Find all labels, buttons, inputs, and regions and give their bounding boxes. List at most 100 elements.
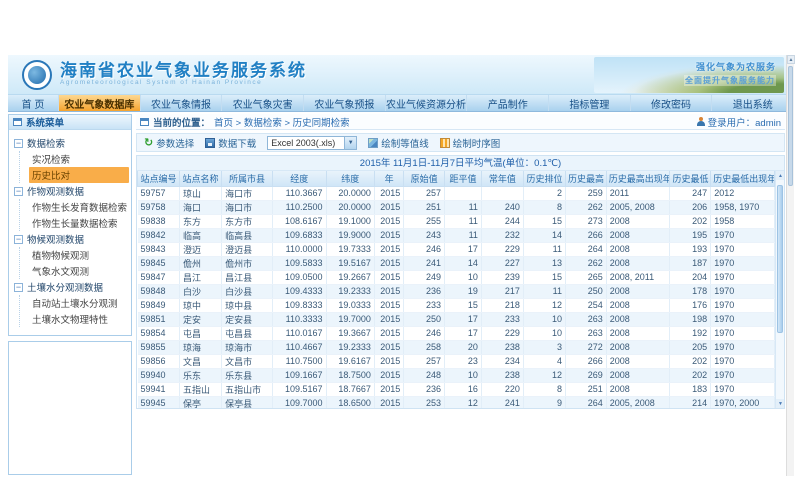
tree-child-item[interactable]: 作物生长发育数据检索: [29, 199, 129, 215]
tree-children: 实况检索历史比对: [19, 151, 129, 183]
table-cell: 265: [565, 270, 606, 284]
chevron-down-icon[interactable]: ▼: [344, 137, 356, 149]
page-scrollbar-thumb[interactable]: [788, 66, 793, 186]
table-row[interactable]: 59851定安定安县110.333319.7000201525017233102…: [138, 312, 775, 326]
page-scrollbar[interactable]: ▲: [786, 55, 794, 476]
data-download-button[interactable]: 数据下载: [205, 136, 256, 150]
table-cell: 2005, 2008: [606, 200, 670, 214]
nav-tab[interactable]: 指标管理: [549, 95, 631, 111]
table-header-cell[interactable]: 距平值: [444, 171, 481, 186]
tree-child-item[interactable]: 植物物候观测: [29, 247, 129, 263]
param-select-button[interactable]: ↻ 参数选择: [144, 136, 194, 150]
tree-collapse-icon[interactable]: −: [14, 283, 23, 292]
table-row[interactable]: 59945保亭保亭县109.700018.6500201525312241926…: [138, 396, 775, 409]
table-title: 2015年 11月1日-11月7日平均气温(单位：0.1℃): [137, 156, 784, 171]
nav-tab[interactable]: 农业气象预报: [304, 95, 386, 111]
table-header-cell[interactable]: 历史最低: [670, 171, 711, 186]
table-header-cell[interactable]: 年: [374, 171, 403, 186]
table-row[interactable]: 59856文昌文昌市110.750019.6167201525723234426…: [138, 354, 775, 368]
table-cell: 海口: [180, 200, 222, 214]
scroll-down-icon[interactable]: ▼: [776, 399, 785, 408]
tree-parent-item[interactable]: −数据检索: [14, 135, 129, 151]
table-row[interactable]: 59855琼海琼海市110.466719.2333201525820238327…: [138, 340, 775, 354]
tree-child-item[interactable]: 土壤水文物理特性: [29, 311, 129, 327]
nav-tab[interactable]: 首 页: [8, 95, 59, 111]
table-header-cell[interactable]: 所属市县: [222, 171, 273, 186]
table-header-cell[interactable]: 站点编号: [138, 171, 180, 186]
tree-parent-item[interactable]: −物候观测数据: [14, 231, 129, 247]
table-cell: 110.0000: [273, 242, 327, 256]
table-header-cell[interactable]: 常年值: [481, 171, 523, 186]
table-cell: 1970: [711, 242, 775, 256]
table-cell: 东方市: [222, 214, 273, 228]
nav-tab[interactable]: 农业气象情报: [141, 95, 223, 111]
page-scroll-up-icon[interactable]: ▲: [787, 55, 795, 64]
tree-parent-label: 物候观测数据: [27, 232, 84, 246]
table-header-cell[interactable]: 历史最高: [565, 171, 606, 186]
table-header-cell[interactable]: 纬度: [326, 171, 374, 186]
tree-child-item[interactable]: 自动站土壤水分观测: [29, 295, 129, 311]
nav-tab[interactable]: 退出系统: [712, 95, 794, 111]
table-cell: 239: [481, 270, 523, 284]
table-cell: 17: [444, 312, 481, 326]
table-cell: 2005, 2008: [606, 396, 670, 409]
table-cell: 59854: [138, 326, 180, 340]
tree-parent-item[interactable]: −土壤水分观测数据: [14, 279, 129, 295]
table-row[interactable]: 59845儋州儋州市109.583319.5167201524114227132…: [138, 256, 775, 270]
table-header-cell[interactable]: 历史排位: [523, 171, 565, 186]
nav-tab[interactable]: 修改密码: [631, 95, 713, 111]
sidebar: 系统菜单 −数据检索实况检索历史比对−作物观测数据作物生长发育数据检索作物生长量…: [8, 114, 132, 475]
table-row[interactable]: 59941五指山五指山市109.516718.76672015236162208…: [138, 382, 775, 396]
table-scrollbar[interactable]: ▲ ▼: [775, 171, 784, 408]
table-cell: 110.2500: [273, 200, 327, 214]
table-cell: 20.0000: [326, 200, 374, 214]
nav-tab[interactable]: 农业气候资源分析: [386, 95, 468, 111]
table-header-cell[interactable]: 原始值: [404, 171, 445, 186]
tree-collapse-icon[interactable]: −: [14, 139, 23, 148]
table-row[interactable]: 59758海口海口市110.250020.0000201525111240826…: [138, 200, 775, 214]
table-header-cell[interactable]: 历史最低出现年份: [711, 171, 775, 186]
table-header-cell[interactable]: 站点名称: [180, 171, 222, 186]
table-cell: 2008: [606, 382, 670, 396]
table-cell: 272: [565, 340, 606, 354]
tree-parent-item[interactable]: −作物观测数据: [14, 183, 129, 199]
table-header-cell[interactable]: 历史最高出现年份: [606, 171, 670, 186]
table-cell: 254: [565, 298, 606, 312]
table-cell: 187: [670, 256, 711, 270]
table-row[interactable]: 59940乐东乐东县109.166718.7500201524810238122…: [138, 368, 775, 382]
table-row[interactable]: 59757琼山海口市110.366720.0000201525722592011…: [138, 186, 775, 200]
nav-tab[interactable]: 农业气象灾害: [222, 95, 304, 111]
sidebar-title: 系统菜单: [26, 115, 64, 129]
tree-child-item[interactable]: 气象水文观测: [29, 263, 129, 279]
tree-child-item-selected[interactable]: 历史比对: [29, 167, 129, 183]
table-header-cell[interactable]: 经度: [273, 171, 327, 186]
table-row[interactable]: 59838东方东方市108.616719.1000201525511244152…: [138, 214, 775, 228]
table-cell: 109.1667: [273, 368, 327, 382]
draw-timeseries-button[interactable]: 绘制时序图: [440, 136, 501, 150]
scroll-up-icon[interactable]: ▲: [776, 171, 785, 180]
table-cell: 19.2333: [326, 284, 374, 298]
breadcrumb-path[interactable]: 首页 > 数据检索 > 历史同期检索: [214, 115, 350, 129]
export-format-select[interactable]: Excel 2003(.xls) ▼: [267, 136, 357, 150]
table-row[interactable]: 59847昌江昌江县109.050019.2667201524910239152…: [138, 270, 775, 284]
table-cell: 264: [565, 242, 606, 256]
table-cell: [444, 186, 481, 200]
tree-collapse-icon[interactable]: −: [14, 235, 23, 244]
tree-collapse-icon[interactable]: −: [14, 187, 23, 196]
table-row[interactable]: 59849琼中琼中县109.833319.0333201523315218122…: [138, 298, 775, 312]
table-cell: 59855: [138, 340, 180, 354]
table-cell: 19.6167: [326, 354, 374, 368]
table-row[interactable]: 59843澄迈澄迈县110.000019.7333201524617229112…: [138, 242, 775, 256]
draw-isoline-button[interactable]: 绘制等值线: [368, 136, 429, 150]
table-scrollbar-thumb[interactable]: [777, 185, 783, 333]
table-row[interactable]: 59848白沙白沙县109.433319.2333201523619217112…: [138, 284, 775, 298]
table-cell: 11: [444, 214, 481, 228]
nav-tab[interactable]: 产品制作: [467, 95, 549, 111]
table-cell: 59940: [138, 368, 180, 382]
tree-child-item[interactable]: 实况检索: [29, 151, 129, 167]
tree-child-item[interactable]: 作物生长量数据检索: [29, 215, 129, 231]
table-row[interactable]: 59842临高临高县109.683319.9000201524311232142…: [138, 228, 775, 242]
table-row[interactable]: 59854屯昌屯昌县110.016719.3667201524617229102…: [138, 326, 775, 340]
nav-tab[interactable]: 农业气象数据库: [59, 95, 141, 111]
menu-window-icon: [13, 118, 22, 126]
